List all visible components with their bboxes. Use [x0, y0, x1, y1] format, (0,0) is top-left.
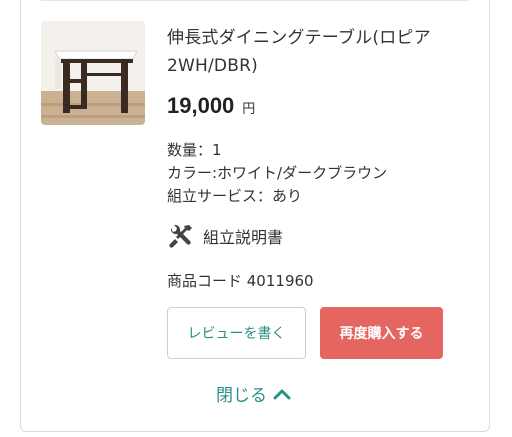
color-text: カラー:ホワイト/ダークブラウン — [167, 164, 388, 182]
currency-label: 円 — [242, 102, 256, 117]
product-code: 商品コード 4011960 — [167, 272, 314, 290]
chevron-up-icon — [273, 389, 291, 399]
product-name[interactable]: 伸長式ダイニングテーブル(ロピア2WH/DBR) — [167, 24, 467, 80]
order-item-card: 伸長式ダイニングテーブル(ロピア2WH/DBR) 19,000 円 数量：1 カ… — [20, 0, 490, 432]
close-label: 閉じる — [216, 386, 267, 406]
tools-icon — [169, 224, 192, 248]
dining-table-photo-icon — [41, 21, 145, 125]
write-review-button[interactable]: レビューを書く — [167, 307, 306, 359]
assembly-manual-link[interactable]: 組立説明書 — [167, 222, 283, 250]
product-price: 19,000 — [167, 93, 235, 118]
quantity-text: 数量：1 — [167, 141, 222, 159]
reorder-button[interactable]: 再度購入する — [320, 307, 443, 359]
product-specs: 数量：1 カラー:ホワイト/ダークブラウン 組立サービス：あり — [167, 139, 387, 208]
divider — [41, 0, 469, 1]
product-image[interactable] — [41, 21, 145, 125]
price-row: 19,000 円 — [167, 93, 255, 119]
close-toggle[interactable]: 閉じる — [216, 381, 291, 406]
assembly-manual-label: 組立説明書 — [203, 228, 284, 247]
assembly-service-text: 組立サービス：あり — [167, 187, 303, 205]
